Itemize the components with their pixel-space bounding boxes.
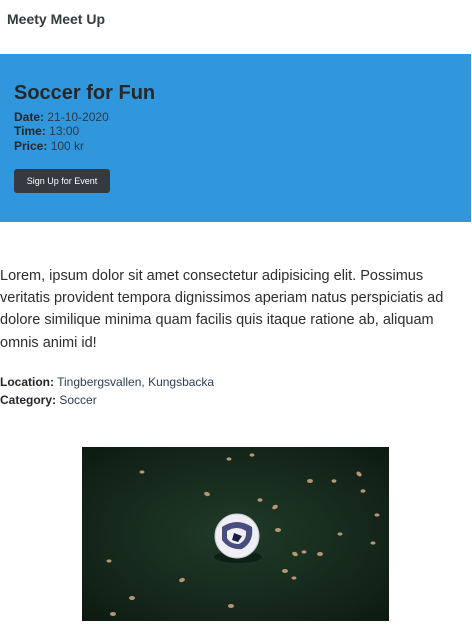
event-category: Category: Soccer (0, 392, 97, 408)
event-location-label: Location: (0, 375, 54, 389)
brand-link[interactable]: Meety Meet Up (7, 11, 105, 27)
soccer-ball-icon (214, 513, 260, 559)
soccer-ball-on-grass-image (106, 453, 380, 616)
event-image (82, 447, 389, 621)
event-time: Time: 13:00 (14, 124, 79, 138)
event-location: Location: Tingbergsvallen, Kungsbacka (0, 374, 214, 390)
event-time-value: 13:00 (49, 124, 80, 138)
event-date-value: 21-10-2020 (47, 110, 109, 124)
sign-up-button[interactable]: Sign Up for Event (14, 169, 110, 193)
event-price: Price: 100 kr (14, 139, 84, 153)
event-category-label: Category: (0, 393, 57, 407)
event-title: Soccer for Fun (14, 82, 156, 104)
event-hero: Soccer for Fun Date: 21-10-2020 Time: 13… (0, 54, 471, 222)
event-description: Lorem, ipsum dolor sit amet consectetur … (0, 268, 444, 351)
event-location-value: Tingbergsvallen, Kungsbacka (57, 375, 215, 389)
event-date: Date: 21-10-2020 (14, 110, 109, 124)
event-price-value: 100 kr (50, 139, 85, 153)
event-category-value: Soccer (59, 393, 97, 407)
event-time-label: Time: (14, 124, 46, 138)
event-date-label: Date: (14, 110, 45, 124)
navbar: Meety Meet Up (0, 0, 472, 40)
event-price-label: Price: (14, 139, 48, 153)
